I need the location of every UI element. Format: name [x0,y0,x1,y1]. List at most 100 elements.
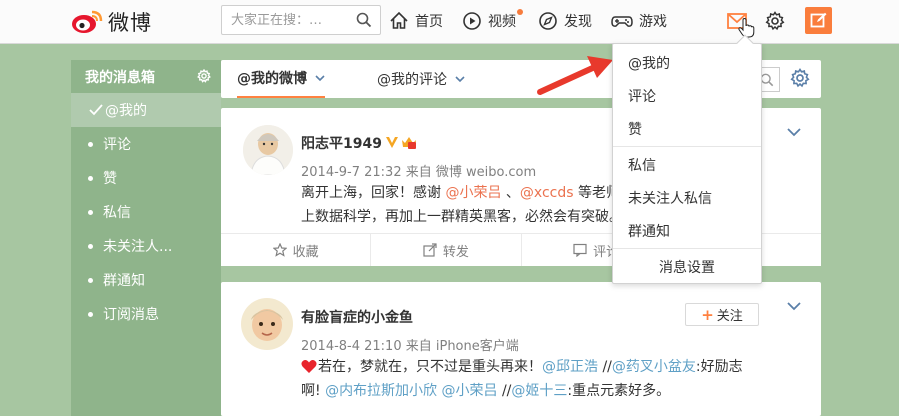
bullet-icon [88,312,93,317]
sidebar-item-comments[interactable]: 评论 [71,127,221,161]
tab-my-weibo[interactable]: @我的微博 [237,60,325,98]
mention-link[interactable]: @姬十三 [511,383,567,399]
repost-icon [423,243,437,257]
chevron-down-icon [315,74,325,81]
menu-item-message-settings[interactable]: 消息设置 [613,250,761,283]
sidebar-title-label: 我的消息箱 [85,69,155,86]
mention-link[interactable]: @内布拉斯加小欣 [325,383,437,399]
sidebar-item-subscriptions[interactable]: 订阅消息 [71,297,221,331]
post-text: 、 [501,185,520,201]
sidebar-item-group-notice[interactable]: 群通知 [71,263,221,297]
gear-icon [765,11,785,31]
video-icon [463,12,481,30]
sidebar-title: 我的消息箱 [71,60,221,93]
star-icon [272,243,287,257]
chevron-down-icon[interactable] [787,128,801,137]
sidebar-item-label: 订阅消息 [103,307,159,323]
menu-divider [613,248,761,249]
mention-link[interactable]: @xccds [520,185,574,201]
sidebar-item-stranger-messages[interactable]: 未关注人... [71,229,221,263]
nav-home-label: 首页 [415,14,443,30]
sidebar-item-label: 赞 [103,171,117,187]
chevron-down-icon[interactable] [787,302,801,311]
avatar[interactable] [243,125,293,175]
compose-button[interactable] [805,7,832,34]
post-text: // [497,383,512,399]
top-bar: 微博 首页 视频 发现 游戏 [0,0,899,44]
vip-crown-icon [402,137,416,149]
sidebar-item-likes[interactable]: 赞 [71,161,221,195]
mention-link[interactable]: @小荣吕 [445,185,501,201]
sidebar-item-messages[interactable]: 私信 [71,195,221,229]
sidebar-item-label: 未关注人... [103,239,173,255]
weibo-eye-icon [72,10,103,33]
nav-game-label: 游戏 [639,14,667,30]
sidebar-item-label: 群通知 [103,273,145,289]
post-text: 若在，梦就在，只不过是重头再来！ [318,359,542,375]
plus-icon: + [701,305,714,324]
favorite-label: 收藏 [292,244,319,260]
tab-label: @我的微博 [237,71,307,87]
post-meta: 2014-8-4 21:10 来自 iPhone客户端 [301,339,519,354]
nav-video[interactable]: 视频 [462,8,523,34]
mention-link[interactable]: @药叉小盆友 [612,359,696,375]
search-box [221,5,381,35]
post-text-line-1: 若在，梦就在，只不过是重头再来！@邱正浩 //@药叉小盆友:好励志 [301,355,811,379]
sidebar-item-label: @我的 [105,103,147,119]
weibo-logo[interactable]: 微博 [70,8,152,36]
follow-label: 关注 [716,309,743,324]
menu-divider [613,146,761,147]
comment-icon [573,243,587,257]
video-notify-dot [517,9,523,15]
favorite-button[interactable]: 收藏 [221,234,370,266]
menu-item-messages[interactable]: 私信 [613,148,761,181]
sidebar-item-label: 私信 [103,205,131,221]
post-text: 离开上海，回家！感谢 [301,185,446,201]
home-icon [390,11,408,29]
logo-text: 微博 [108,11,152,35]
menu-item-mentions[interactable]: @我的 [613,46,761,79]
settings-button[interactable] [763,9,787,33]
discover-icon [539,12,557,30]
mention-link[interactable]: @邱正浩 [542,359,598,375]
sidebar-item-mentions[interactable]: @我的 [71,93,221,127]
verified-v-icon [386,137,398,148]
heart-icon [301,360,317,373]
repost-button[interactable]: 转发 [370,234,520,266]
menu-item-stranger-messages[interactable]: 未关注人私信 [613,181,761,214]
avatar[interactable] [241,298,293,350]
post-meta: 2014-9-7 21:32 来自 微博 weibo.com [301,165,537,180]
follow-button[interactable]: + 关注 [685,303,759,326]
bullet-icon [88,244,93,249]
feed-gear-icon[interactable] [790,68,810,88]
tab-my-comments[interactable]: @我的评论 [377,60,465,98]
search-icon [760,73,774,87]
nav-home[interactable]: 首页 [389,8,443,34]
menu-item-comments[interactable]: 评论 [613,79,761,112]
search-input[interactable] [222,6,346,34]
game-icon [611,16,633,27]
post-username[interactable]: 阳志平1949 [301,133,382,153]
red-arrow-annotation [537,56,613,95]
avatar-image [241,298,293,350]
bullet-icon [88,278,93,283]
message-sidebar: 我的消息箱 @我的 评论 赞 私信 未关注人... 群通知 订阅消息 [71,60,221,416]
post-username[interactable]: 有脸盲症的小金鱼 [301,307,413,327]
mention-link[interactable]: @小荣吕 [442,383,498,399]
sidebar-item-label: 评论 [103,137,131,153]
nav-video-label: 视频 [488,14,516,30]
search-icon[interactable] [356,12,372,28]
menu-item-group-notice[interactable]: 群通知 [613,214,761,247]
repost-label: 转发 [442,244,469,260]
sidebar-gear-icon[interactable] [197,69,211,83]
post-card: 有脸盲症的小金鱼 + 关注 2014-8-4 21:10 来自 iPhone客户… [221,282,821,416]
nav-game[interactable]: 游戏 [611,8,667,34]
edit-icon [810,12,827,28]
post-text: 啊! [301,383,326,399]
nav-discover[interactable]: 发现 [538,8,592,34]
bullet-icon [88,176,93,181]
menu-item-likes[interactable]: 赞 [613,112,761,145]
bullet-icon [88,142,93,147]
post-text: :重点元素好多。 [567,383,671,399]
post-text: // [598,359,612,375]
